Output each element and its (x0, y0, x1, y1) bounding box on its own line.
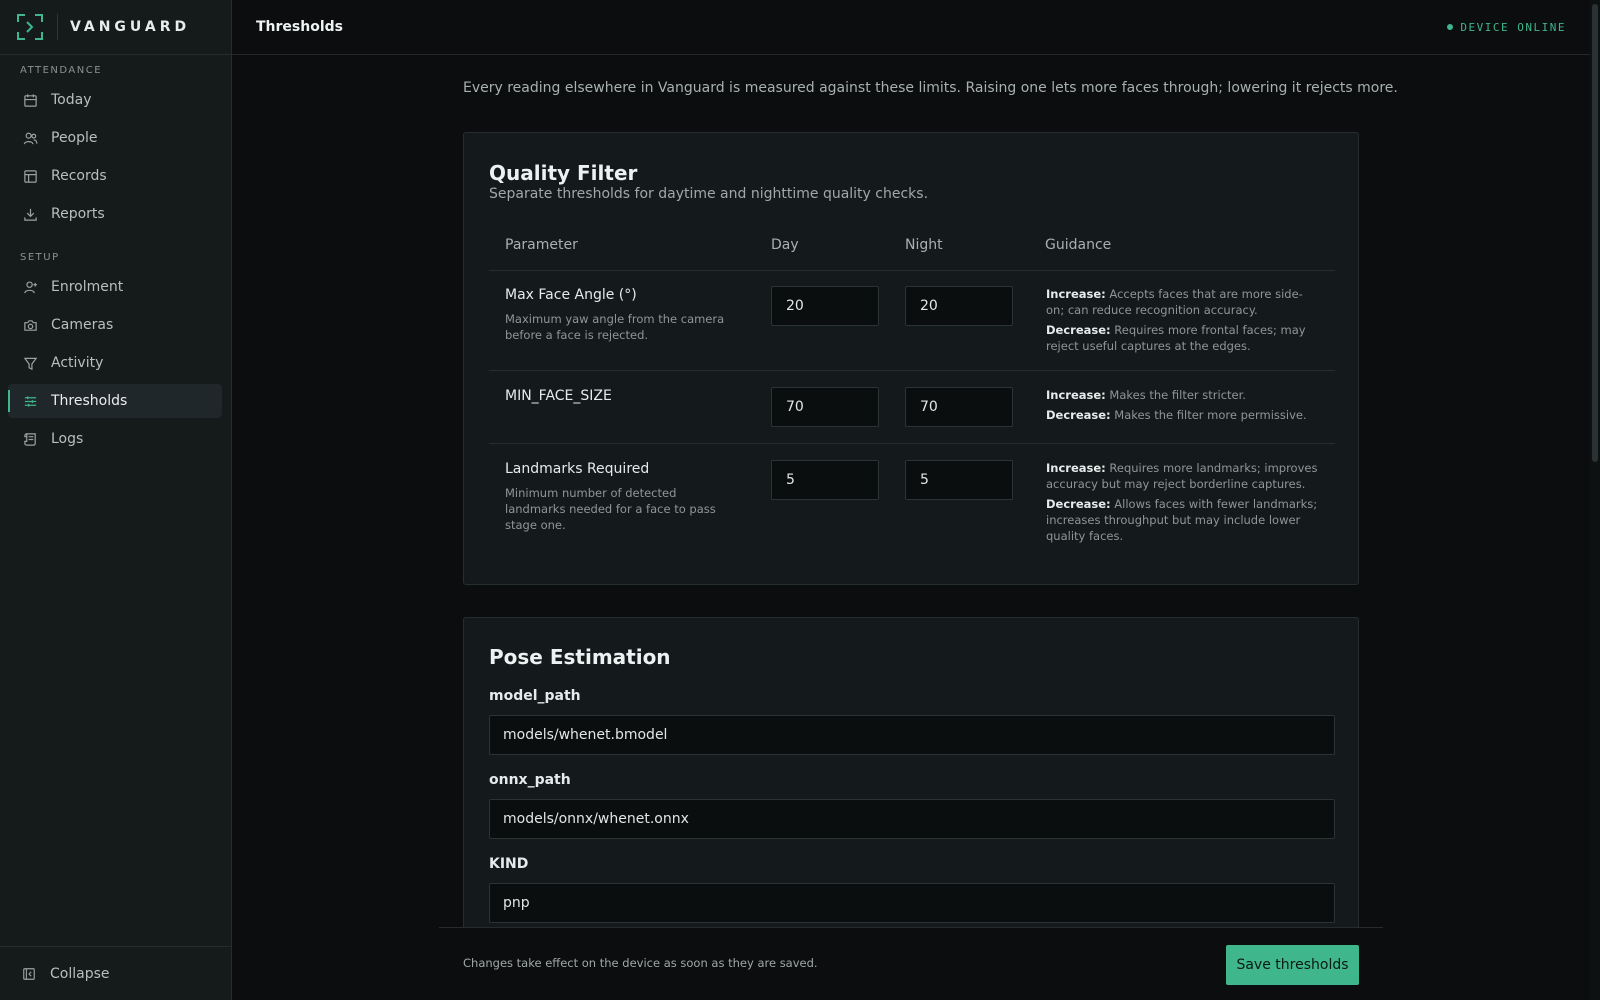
user-add-icon (22, 279, 38, 295)
sidebar-item-label: Records (51, 168, 107, 184)
quality-filter-card: Quality Filter Separate thresholds for d… (463, 132, 1359, 585)
sidebar-item-cameras[interactable]: Cameras (8, 308, 222, 342)
decrease-label: Decrease: (1046, 408, 1111, 422)
sidebar-item-records[interactable]: Records (8, 159, 222, 193)
column-header-parameter: Parameter (505, 237, 578, 253)
card-subtitle: Separate thresholds for daytime and nigh… (489, 186, 929, 202)
increase-label: Increase: (1046, 461, 1106, 475)
field-label: model_path (489, 688, 581, 704)
camera-icon (22, 317, 38, 333)
intro-text: Every reading elsewhere in Vanguard is m… (463, 80, 1398, 96)
model-path-input[interactable] (489, 715, 1335, 755)
param-description: Maximum yaw angle from the camera before… (505, 312, 725, 342)
collapse-button[interactable]: Collapse (0, 946, 232, 1000)
filter-icon (22, 355, 38, 371)
nav-section-attendance: ATTENDANCE (20, 65, 103, 76)
sidebar-item-label: Today (51, 92, 92, 108)
sidebar-item-enrolment[interactable]: Enrolment (8, 270, 222, 304)
brand[interactable]: VANGUARD (0, 0, 231, 55)
collapse-icon (22, 966, 38, 982)
sidebar-item-reports[interactable]: Reports (8, 197, 222, 231)
device-status: DEVICE ONLINE (1447, 21, 1566, 34)
sidebar-item-today[interactable]: Today (8, 83, 222, 117)
scrollbar-thumb[interactable] (1592, 4, 1598, 462)
landmarks-required-night-input[interactable] (905, 460, 1013, 500)
vanguard-logo-icon (16, 13, 44, 41)
nav-section-setup: SETUP (20, 252, 60, 263)
row-divider (489, 370, 1335, 371)
scroll-icon (22, 431, 38, 447)
max-face-angle-day-input[interactable] (771, 286, 879, 326)
row-divider (489, 443, 1335, 444)
sidebar-item-label: Logs (51, 431, 84, 447)
download-icon (22, 206, 38, 222)
people-icon (22, 130, 38, 146)
calendar-icon (22, 92, 38, 108)
guidance-text: Increase: Accepts faces that are more si… (1046, 286, 1321, 354)
sidebar-item-label: Reports (51, 206, 105, 222)
top-bar: Thresholds DEVICE ONLINE (232, 0, 1590, 55)
guidance-text: Increase: Requires more landmarks; impro… (1046, 460, 1321, 544)
card-title: Pose Estimation (489, 645, 671, 669)
sidebar-item-logs[interactable]: Logs (8, 422, 222, 456)
save-bar: Changes take effect on the device as soo… (439, 927, 1383, 1000)
decrease-label: Decrease: (1046, 497, 1111, 511)
param-name: MIN_FACE_SIZE (505, 388, 612, 404)
sidebar-item-label: People (51, 130, 98, 146)
column-header-night: Night (905, 237, 943, 253)
onnx-path-input[interactable] (489, 799, 1335, 839)
brand-divider (57, 14, 58, 40)
table-icon (22, 168, 38, 184)
sidebar-item-label: Activity (51, 355, 104, 371)
collapse-label: Collapse (50, 965, 110, 982)
sidebar-item-label: Cameras (51, 317, 114, 333)
sidebar: VANGUARD ATTENDANCE Today People Records… (0, 0, 232, 1000)
save-note: Changes take effect on the device as soo… (463, 956, 818, 970)
min-face-size-day-input[interactable] (771, 387, 879, 427)
status-dot-icon (1447, 24, 1454, 30)
column-header-day: Day (771, 237, 799, 253)
sidebar-item-people[interactable]: People (8, 121, 222, 155)
increase-label: Increase: (1046, 388, 1106, 402)
increase-label: Increase: (1046, 287, 1106, 301)
landmarks-required-day-input[interactable] (771, 460, 879, 500)
kind-input[interactable] (489, 883, 1335, 923)
min-face-size-night-input[interactable] (905, 387, 1013, 427)
sidebar-item-activity[interactable]: Activity (8, 346, 222, 380)
page-title: Thresholds (256, 19, 343, 35)
field-label: onnx_path (489, 772, 571, 788)
field-label: KIND (489, 856, 529, 872)
scrollbar[interactable] (1590, 0, 1600, 1000)
header-divider (489, 270, 1335, 271)
brand-name: VANGUARD (70, 19, 191, 35)
sidebar-item-label: Thresholds (51, 393, 128, 409)
sidebar-item-label: Enrolment (51, 279, 124, 295)
save-thresholds-button[interactable]: Save thresholds (1226, 945, 1359, 985)
sliders-icon (22, 393, 38, 409)
status-text: DEVICE ONLINE (1460, 20, 1566, 34)
param-description: Minimum number of detected landmarks nee… (505, 486, 716, 532)
card-title: Quality Filter (489, 161, 638, 185)
decrease-text: Makes the filter more permissive. (1114, 408, 1307, 422)
sidebar-item-thresholds[interactable]: Thresholds (8, 384, 222, 418)
increase-text: Makes the filter stricter. (1109, 388, 1246, 402)
decrease-label: Decrease: (1046, 323, 1111, 337)
column-header-guidance: Guidance (1045, 237, 1112, 253)
param-name: Max Face Angle (°) (505, 287, 637, 303)
param-name: Landmarks Required (505, 461, 650, 477)
guidance-text: Increase: Makes the filter stricter. Dec… (1046, 387, 1321, 423)
max-face-angle-night-input[interactable] (905, 286, 1013, 326)
